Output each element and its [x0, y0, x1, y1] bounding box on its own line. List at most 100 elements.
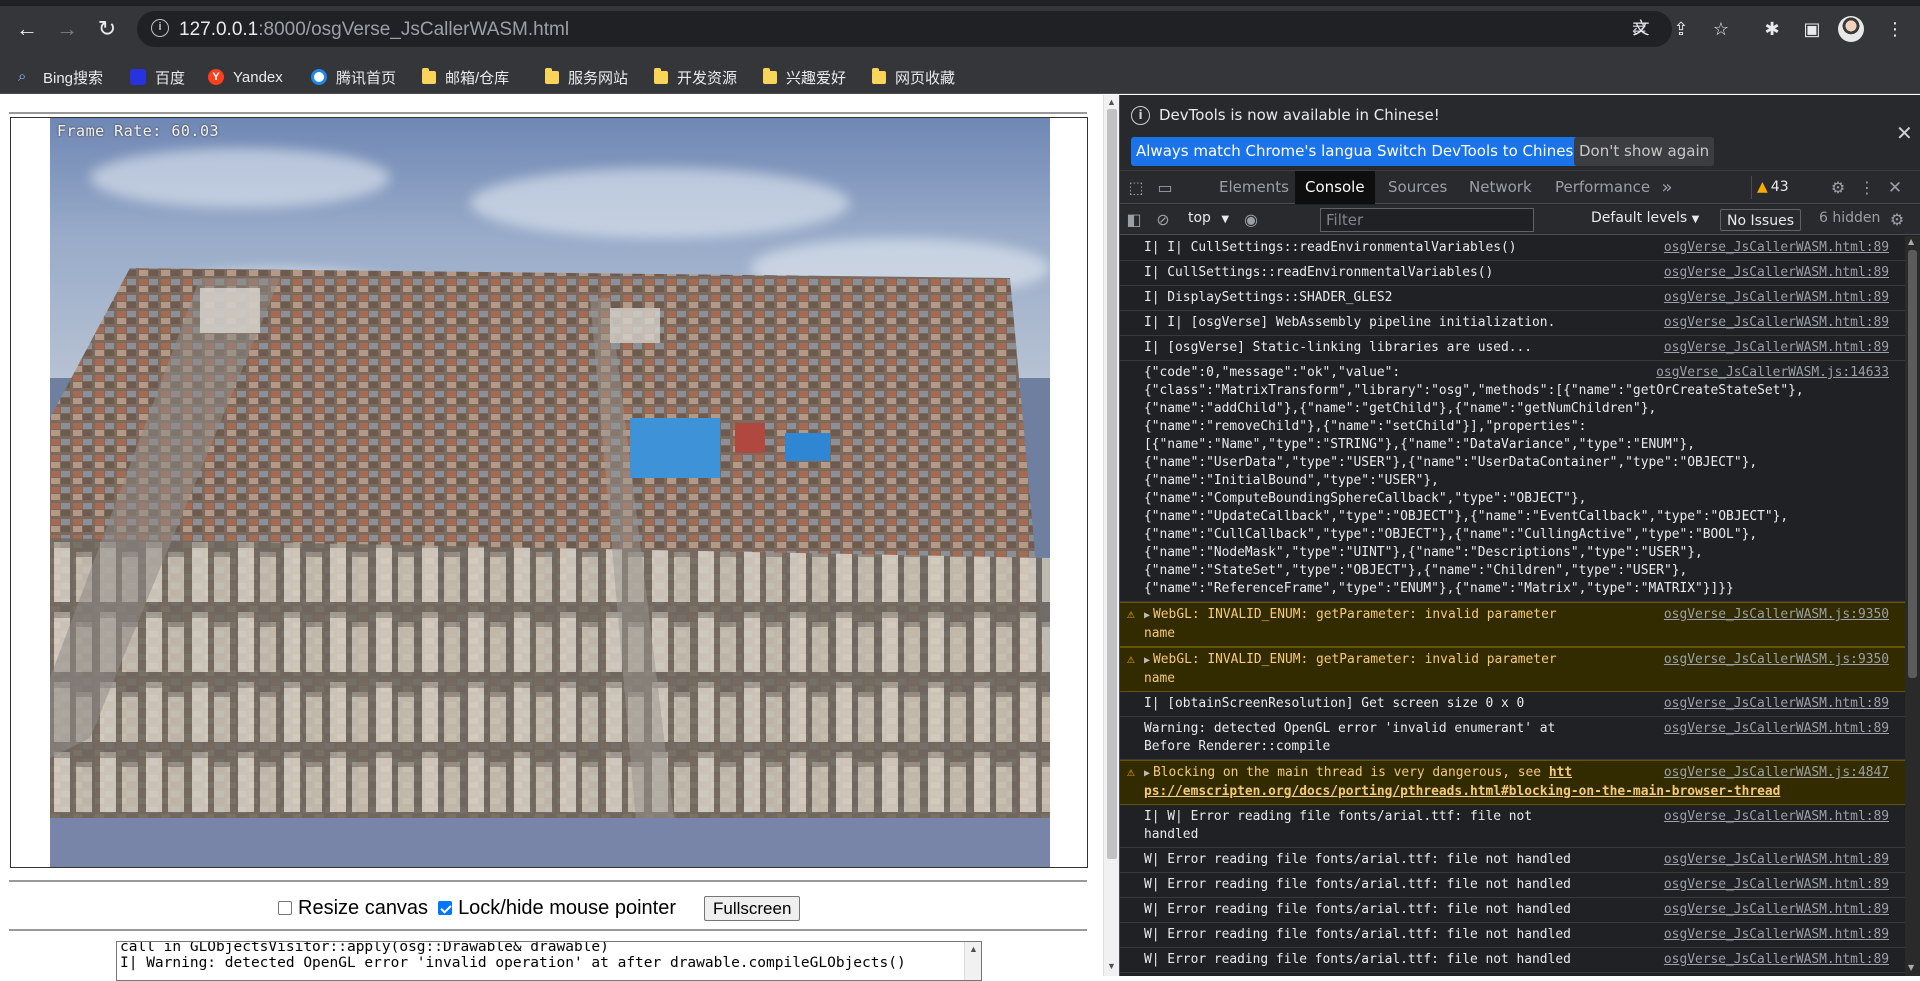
source-link[interactable]: osgVerse_JsCallerWASM.html:89 [1664, 720, 1889, 738]
menu-kebab-icon[interactable]: ⋮ [1880, 14, 1910, 44]
site-info-icon[interactable]: i [151, 19, 169, 37]
console-log-row[interactable]: I| [osgVerse] Static-linking libraries a… [1120, 336, 1905, 361]
bookmark-folder-favorites[interactable]: 网页收藏 [872, 66, 955, 88]
tab-sources[interactable]: Sources [1378, 171, 1457, 204]
tab-elements[interactable]: Elements [1209, 171, 1299, 204]
city-3d-view[interactable]: Frame Rate: 60.03 [50, 118, 1050, 867]
match-language-button[interactable]: Always match Chrome's language [1131, 137, 1396, 166]
more-tabs-icon[interactable]: » [1657, 178, 1677, 198]
scroll-down-icon[interactable]: ▼ [1908, 963, 1914, 972]
side-panel-icon[interactable]: ▣ [1797, 14, 1827, 44]
close-devtools-icon[interactable]: ✕ [1885, 178, 1905, 198]
fullscreen-button[interactable]: Fullscreen [703, 895, 801, 921]
console-log-row[interactable]: I| [obtainScreenResolution] Get screen s… [1120, 692, 1905, 717]
tab-network[interactable]: Network [1459, 171, 1542, 204]
reload-icon[interactable]: ↻ [92, 14, 122, 44]
console-log-row[interactable]: I| DisplaySettings::SHADER_GLES2 osgVerse… [1120, 286, 1905, 311]
resize-canvas-label[interactable]: Resize canvas [298, 897, 428, 920]
console-warning-row[interactable]: ⚠ ▶ WebGL: INVALID_ENUM: getParameter: inv… [1120, 602, 1905, 647]
resize-canvas-checkbox[interactable] [278, 901, 292, 915]
console-log-row[interactable]: I| I| CullSettings::readEnvironmentalVar… [1120, 236, 1905, 261]
forward-icon[interactable]: → [52, 14, 82, 44]
warnings-badge[interactable]: ▲ 43 [1751, 176, 1794, 199]
console-log-row[interactable]: {"code":0,"message":"ok","value": {"class… [1120, 361, 1905, 602]
source-link[interactable]: osgVerse_JsCallerWASM.html:89 [1664, 289, 1889, 307]
console-settings-gear-icon[interactable]: ⚙ [1887, 210, 1907, 230]
console-log-row[interactable]: I| CullSettings::readEnvironmentalVariab… [1120, 261, 1905, 286]
source-link[interactable]: osgVerse_JsCallerWASM.html:89 [1664, 808, 1889, 826]
bookmark-folder-dev[interactable]: 开发资源 [654, 66, 737, 88]
profile-avatar[interactable] [1838, 16, 1864, 42]
console-warning-row[interactable]: ⚠ ▶ WebGL: INVALID_ENUM: getParameter: inv… [1120, 647, 1905, 692]
bookmark-yandex[interactable]: Y Yandex [208, 66, 283, 88]
render-canvas[interactable]: Frame Rate: 60.03 [10, 117, 1088, 868]
console-warning-row[interactable]: ⚠ ▶ Blocking on the main thread is very da… [1120, 760, 1905, 805]
log-levels-dropdown[interactable]: Default levels ▼ [1591, 210, 1699, 226]
source-link[interactable]: osgVerse_JsCallerWASM.js:14633 [1656, 364, 1889, 382]
emscripten-docs-link[interactable]: htt [1549, 765, 1572, 780]
scroll-up-icon[interactable]: ▲ [1908, 237, 1914, 246]
bookmark-baidu[interactable]: 百度 [130, 66, 185, 88]
bookmark-star-icon[interactable]: ☆ [1706, 14, 1736, 44]
bookmark-folder-mail[interactable]: 邮箱/仓库 [422, 66, 509, 88]
console-log-row[interactable]: W| Error reading file fonts/arial.ttf: f… [1120, 948, 1905, 973]
source-link[interactable]: osgVerse_JsCallerWASM.html:89 [1664, 314, 1889, 332]
source-link[interactable]: osgVerse_JsCallerWASM.html:89 [1664, 876, 1889, 894]
inspect-element-icon[interactable]: ⬚ [1126, 178, 1146, 198]
sidebar-toggle-icon[interactable]: ◧ [1124, 210, 1144, 230]
back-icon[interactable]: ← [12, 14, 42, 44]
address-bar[interactable]: i 127.0.0.1:8000/osgVerse_JsCallerWASM.h… [137, 11, 1672, 47]
source-link[interactable]: osgVerse_JsCallerWASM.js:4847 [1664, 764, 1889, 782]
source-link[interactable]: osgVerse_JsCallerWASM.html:89 [1664, 339, 1889, 357]
url-text[interactable]: 127.0.0.1:8000/osgVerse_JsCallerWASM.htm… [179, 19, 569, 41]
source-link[interactable]: osgVerse_JsCallerWASM.html:89 [1664, 901, 1889, 919]
source-link[interactable]: osgVerse_JsCallerWASM.html:89 [1664, 264, 1889, 282]
output-scrollbar[interactable]: ▲ [964, 942, 981, 980]
lock-pointer-label[interactable]: Lock/hide mouse pointer [458, 897, 676, 920]
lock-pointer-checkbox[interactable] [438, 901, 453, 915]
scrollbar-thumb[interactable] [1107, 109, 1117, 859]
issues-button[interactable]: No Issues [1720, 209, 1801, 231]
close-icon[interactable]: ✕ [1896, 121, 1913, 145]
bookmark-bing[interactable]: ⌕ Bing搜索 [18, 66, 103, 88]
clear-console-icon[interactable]: ⊘ [1153, 210, 1173, 230]
console-filter-input[interactable]: Filter [1320, 208, 1534, 232]
bookmark-folder-services[interactable]: 服务网站 [545, 66, 628, 88]
emscripten-docs-link[interactable]: ps://emscripten.org/docs/porting/pthread… [1144, 783, 1905, 801]
console-log-row[interactable]: W| Error reading file fonts/arial.ttf: f… [1120, 898, 1905, 923]
device-toolbar-icon[interactable]: ▭ [1155, 178, 1175, 198]
scroll-up-icon[interactable]: ▲ [969, 944, 978, 954]
console-log-row[interactable]: Warning: detected OpenGL error 'invalid … [1120, 717, 1905, 760]
bookmark-tencent[interactable]: 腾讯首页 [311, 66, 396, 88]
translate-page-icon[interactable]: 文 [1626, 14, 1656, 44]
output-textarea[interactable]: call in GLObjectsVisitor::apply(osg::Dra… [116, 941, 982, 981]
source-link[interactable]: osgVerse_JsCallerWASM.html:89 [1664, 951, 1889, 969]
source-link[interactable]: osgVerse_JsCallerWASM.html:89 [1664, 239, 1889, 257]
scroll-down-icon[interactable]: ▼ [1107, 961, 1116, 971]
source-link[interactable]: osgVerse_JsCallerWASM.js:9350 [1664, 651, 1889, 669]
console-log-row[interactable]: I| W| Error reading file fonts/arial.ttf… [1120, 805, 1905, 848]
console-log-row[interactable]: I| I| [osgVerse] WebAssembly pipeline in… [1120, 311, 1905, 336]
bookmark-folder-hobby[interactable]: 兴趣爱好 [763, 66, 846, 88]
source-link[interactable]: osgVerse_JsCallerWASM.js:9350 [1664, 606, 1889, 624]
expand-arrow-icon[interactable]: ▶ [1144, 768, 1150, 779]
source-link[interactable]: osgVerse_JsCallerWASM.html:89 [1664, 851, 1889, 869]
context-selector[interactable]: top ▼ [1188, 210, 1229, 226]
scroll-up-icon[interactable]: ▲ [1107, 97, 1116, 107]
console-log-row[interactable]: W| Error reading file fonts/arial.ttf: f… [1120, 848, 1905, 873]
devtools-menu-icon[interactable]: ⋮ [1857, 178, 1877, 198]
extensions-icon[interactable]: ✱ [1757, 14, 1787, 44]
console-scrollbar[interactable]: ▲ ▼ [1905, 236, 1920, 976]
expand-arrow-icon[interactable]: ▶ [1144, 610, 1150, 621]
tab-performance[interactable]: Performance [1545, 171, 1660, 204]
source-link[interactable]: osgVerse_JsCallerWASM.html:89 [1664, 695, 1889, 713]
source-link[interactable]: osgVerse_JsCallerWASM.html:89 [1664, 926, 1889, 944]
switch-language-button[interactable]: Switch DevTools to Chinese [1372, 137, 1588, 166]
dont-show-again-button[interactable]: Don't show again [1574, 137, 1715, 166]
expand-arrow-icon[interactable]: ▶ [1144, 655, 1150, 666]
settings-gear-icon[interactable]: ⚙ [1828, 178, 1848, 198]
scrollbar-thumb[interactable] [1908, 250, 1917, 678]
tab-console[interactable]: Console [1295, 171, 1375, 204]
share-icon[interactable]: ⇪ [1666, 14, 1696, 44]
page-scrollbar[interactable]: ▲ ▼ [1103, 95, 1119, 976]
